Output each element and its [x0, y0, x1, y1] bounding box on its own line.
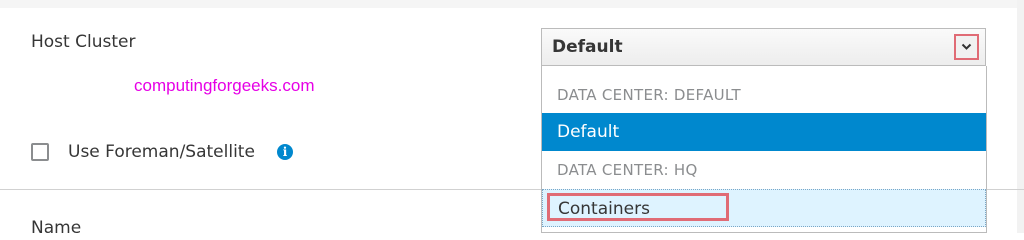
info-icon[interactable]: i — [277, 144, 293, 160]
use-foreman-checkbox[interactable] — [31, 143, 49, 161]
top-strip — [0, 0, 1024, 8]
dropdown-group-header: DATA CENTER: HQ — [557, 161, 698, 179]
select-value: Default — [552, 37, 623, 57]
host-cluster-dropdown-menu: DATA CENTER: DEFAULT Default DATA CENTER… — [541, 66, 987, 233]
dropdown-option-containers[interactable]: Containers — [542, 189, 986, 227]
name-label: Name — [31, 218, 82, 238]
scrollbar[interactable] — [1017, 0, 1024, 233]
dropdown-toggle-button[interactable] — [954, 34, 979, 60]
host-cluster-select[interactable]: Default — [541, 28, 986, 66]
watermark: computingforgeeks.com — [134, 76, 315, 95]
dropdown-option-default[interactable]: Default — [542, 113, 986, 151]
chevron-down-icon — [961, 43, 972, 50]
annotation-highlight — [547, 193, 729, 221]
dropdown-group-header: DATA CENTER: DEFAULT — [557, 86, 741, 104]
host-cluster-label: Host Cluster — [31, 32, 136, 52]
use-foreman-label[interactable]: Use Foreman/Satellite — [68, 142, 255, 162]
